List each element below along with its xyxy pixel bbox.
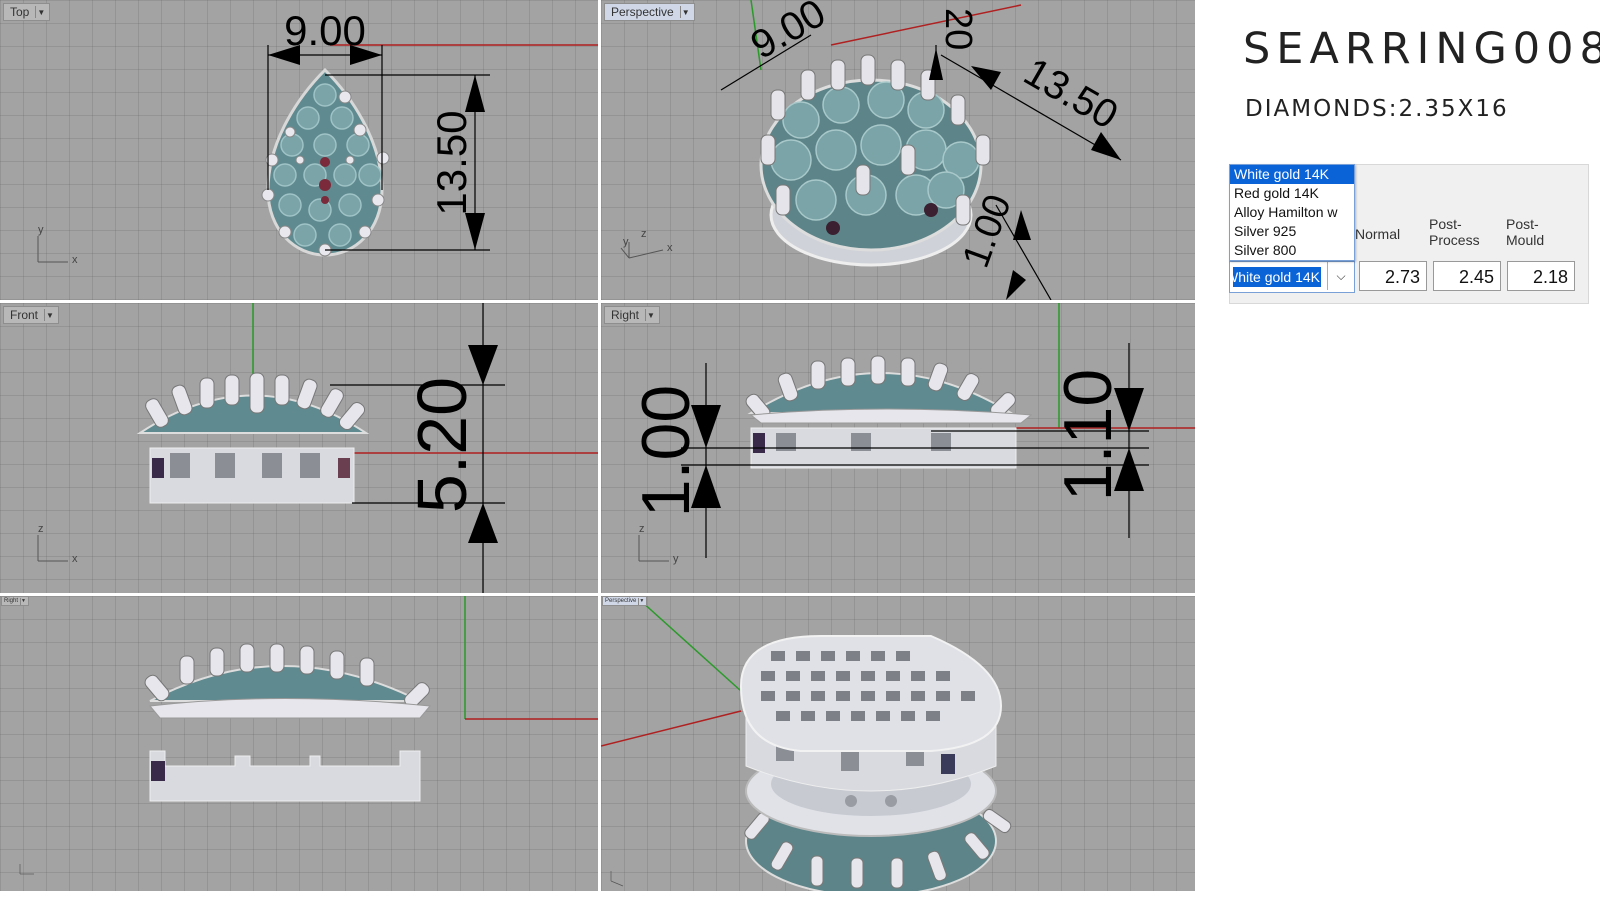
axis-label: x [72,254,78,266]
top-view-scene: 9.00 13.50 [37,7,598,263]
right-dim-right: 1.10 [1050,369,1126,501]
material-option[interactable]: Alloy Hamilton w [1230,203,1354,222]
persp-dim-a: 9.00 [744,0,833,68]
product-title: SEARRING008 [1243,24,1600,74]
front-view-scene: 5.20 [37,303,598,593]
perspective-render-scene [601,600,1012,891]
top-dim-width: 9.00 [284,7,366,54]
dropdown-arrow-icon[interactable]: ▼ [35,6,46,18]
viewport-perspective-render[interactable]: Perspective ▼ [601,596,1195,891]
viewport-perspective[interactable]: 9.00 20 13.50 1.00 y z x Perspective ▼ [601,0,1195,300]
viewport-label: Front [10,308,39,322]
viewport-label: Perspective [605,598,637,604]
col-header-post-process: Post- Process [1429,216,1480,248]
col-header-post-mould: Post- Mould [1506,216,1545,248]
dropdown-arrow-icon[interactable]: ▼ [645,309,656,321]
material-option[interactable]: Red gold 14K [1230,184,1354,203]
weight-post-process-field[interactable]: 2.45 [1433,261,1501,291]
right-dim-left: 1.00 [628,385,704,517]
viewport-tab-perspective-small[interactable]: Perspective ▼ [602,596,648,606]
viewport-front[interactable]: 5.20 z x Front ▼ [0,303,598,593]
front-dim-height: 5.20 [403,377,481,513]
material-select-value[interactable]: White gold 14K [1233,267,1321,287]
axis-label: y [38,224,44,236]
viewport-tab-right-small[interactable]: Right ▼ [1,596,30,606]
right-view-scene: 1.00 1.10 [628,303,1195,562]
axis-label: x [667,242,673,254]
material-option[interactable]: White gold 14K [1230,165,1354,184]
viewport-right[interactable]: 1.00 1.10 z y Right ▼ [601,303,1195,593]
material-option[interactable]: Silver 800 [1230,241,1354,260]
perspective-view-scene: 9.00 20 13.50 1.00 [620,0,1126,300]
viewport-label: Top [10,5,30,19]
axis-label: z [639,523,645,535]
dropdown-arrow-icon[interactable]: ▼ [679,6,691,18]
viewport-tab-front[interactable]: Front ▼ [3,306,60,324]
axis-label: y [623,236,629,248]
persp-dim-b: 20 [937,8,979,50]
dropdown-arrow-icon[interactable]: ▼ [638,597,644,605]
viewport-right-exploded[interactable]: Right ▼ [0,596,598,891]
dropdown-arrow-icon[interactable]: ▼ [20,597,26,605]
right-exploded-scene [19,596,598,875]
product-subtitle: DIAMONDS:2.35X16 [1245,96,1509,122]
viewport-label: Right [4,598,19,604]
material-select[interactable]: White gold 14K ⌵ [1229,261,1355,293]
dropdown-arrow-icon[interactable]: ▼ [44,309,55,321]
axis-label: x [72,553,78,565]
viewport-tab-perspective[interactable]: Perspective ▼ [604,3,695,21]
top-dim-height: 13.50 [428,110,475,215]
axis-label: y [673,553,679,565]
viewport-tab-top[interactable]: Top ▼ [3,3,51,21]
viewport-top[interactable]: 9.00 13.50 y x Top ▼ [0,0,598,300]
viewport-tab-right[interactable]: Right ▼ [604,306,661,324]
material-dropdown-list[interactable]: White gold 14K Red gold 14K Alloy Hamilt… [1229,164,1355,261]
weight-post-mould-field[interactable]: 2.18 [1507,261,1575,291]
viewport-label: Perspective [611,5,674,19]
axis-label: z [641,228,647,240]
persp-dim-c: 13.50 [1017,50,1126,138]
viewport-label: Right [611,308,640,322]
col-header-normal: Normal [1355,226,1401,242]
axis-label: z [38,523,44,535]
chevron-down-icon[interactable]: ⌵ [1327,262,1354,290]
weight-normal-field[interactable]: 2.73 [1359,261,1427,291]
material-option[interactable]: Silver 925 [1230,222,1354,241]
